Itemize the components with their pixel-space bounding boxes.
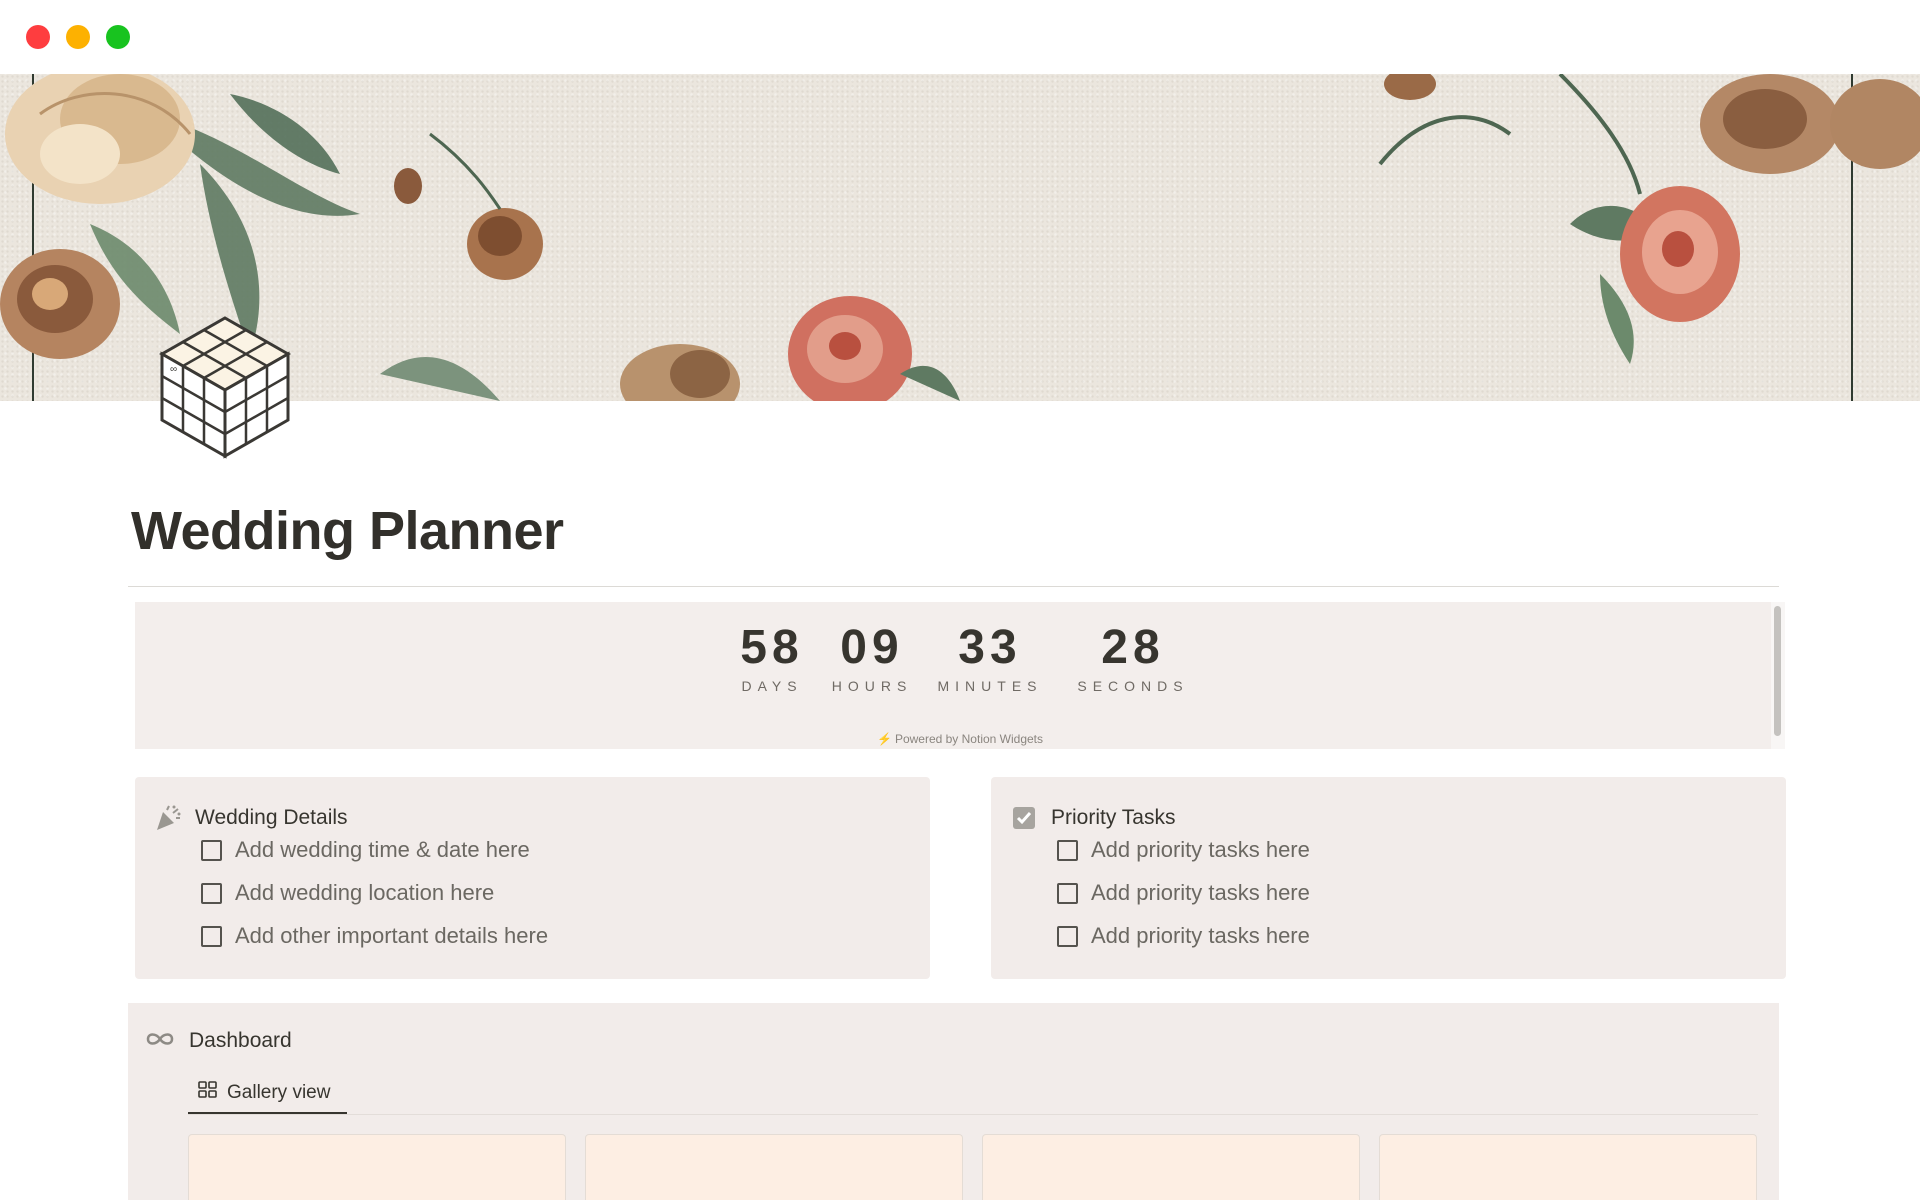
countdown-seconds-label: SECONDS: [1077, 678, 1189, 694]
svg-text:∞: ∞: [170, 364, 177, 375]
close-window-button[interactable]: [26, 25, 50, 49]
todo-label[interactable]: Add other important details here: [235, 923, 548, 949]
tab-gallery-view-label: Gallery view: [227, 1081, 331, 1103]
dashboard-header: Dashboard: [145, 1029, 292, 1053]
priority-tasks-title[interactable]: Priority Tasks: [1051, 806, 1175, 830]
todo-label[interactable]: Add priority tasks here: [1091, 923, 1310, 949]
powered-by-link[interactable]: ⚡ Powered by Notion Widgets: [135, 732, 1785, 746]
priority-tasks-header: Priority Tasks: [1009, 803, 1175, 833]
todo-item: Add priority tasks here: [1057, 880, 1310, 906]
page-title[interactable]: Wedding Planner: [131, 500, 564, 562]
gallery-card[interactable]: [982, 1134, 1360, 1200]
zoom-window-button[interactable]: [106, 25, 130, 49]
minimize-window-button[interactable]: [66, 25, 90, 49]
tab-gallery-view[interactable]: Gallery view: [188, 1073, 347, 1115]
party-popper-icon[interactable]: [153, 803, 183, 833]
countdown-seconds-value: 28: [1101, 621, 1165, 674]
wedding-details-title[interactable]: Wedding Details: [195, 806, 348, 830]
todo-item: Add other important details here: [201, 923, 548, 949]
wedding-details-header: Wedding Details: [153, 803, 348, 833]
countdown-seconds: 28 SECONDS: [1058, 620, 1208, 694]
divider: [128, 586, 1779, 587]
priority-tasks-callout: Priority Tasks Add priority tasks here A…: [991, 777, 1786, 979]
todo-checkbox[interactable]: [201, 839, 222, 861]
todo-checkbox[interactable]: [201, 882, 222, 904]
gallery-card[interactable]: [585, 1134, 963, 1200]
gallery-card[interactable]: [1379, 1134, 1757, 1200]
countdown-minutes: 33 MINUTES: [915, 620, 1065, 694]
infinity-icon[interactable]: [145, 1030, 175, 1053]
lightning-icon: ⚡: [876, 732, 892, 746]
todo-item: Add priority tasks here: [1057, 923, 1310, 949]
rubiks-cube-icon[interactable]: ∞: [152, 310, 298, 462]
countdown-minutes-value: 33: [958, 621, 1022, 674]
todo-label[interactable]: Add priority tasks here: [1091, 837, 1310, 863]
gallery-card[interactable]: [188, 1134, 566, 1200]
window-titlebar: [0, 0, 1920, 74]
gallery-grid-icon: [198, 1081, 218, 1104]
todo-label[interactable]: Add wedding location here: [235, 880, 494, 906]
checked-box-icon[interactable]: [1009, 803, 1039, 833]
dashboard-callout: Dashboard Gallery view: [128, 1003, 1779, 1200]
todo-checkbox[interactable]: [1057, 882, 1078, 904]
todo-label[interactable]: Add priority tasks here: [1091, 880, 1310, 906]
todo-item: Add priority tasks here: [1057, 837, 1310, 863]
tab-divider: [188, 1114, 1758, 1115]
widget-scrollbar[interactable]: [1771, 602, 1785, 749]
todo-checkbox[interactable]: [201, 925, 222, 947]
todo-checkbox[interactable]: [1057, 839, 1078, 861]
countdown-widget[interactable]: 58 DAYS 09 HOURS 33 MINUTES 28 SECONDS ⚡…: [135, 602, 1785, 749]
todo-label[interactable]: Add wedding time & date here: [235, 837, 530, 863]
powered-by-text: Powered by Notion Widgets: [894, 732, 1044, 746]
countdown-minutes-label: MINUTES: [937, 678, 1043, 694]
todo-item: Add wedding time & date here: [201, 837, 530, 863]
widget-scrollbar-thumb[interactable]: [1774, 606, 1781, 736]
todo-checkbox[interactable]: [1057, 925, 1078, 947]
wedding-details-callout: Wedding Details Add wedding time & date …: [135, 777, 930, 979]
dashboard-title[interactable]: Dashboard: [189, 1029, 292, 1053]
todo-item: Add wedding location here: [201, 880, 494, 906]
